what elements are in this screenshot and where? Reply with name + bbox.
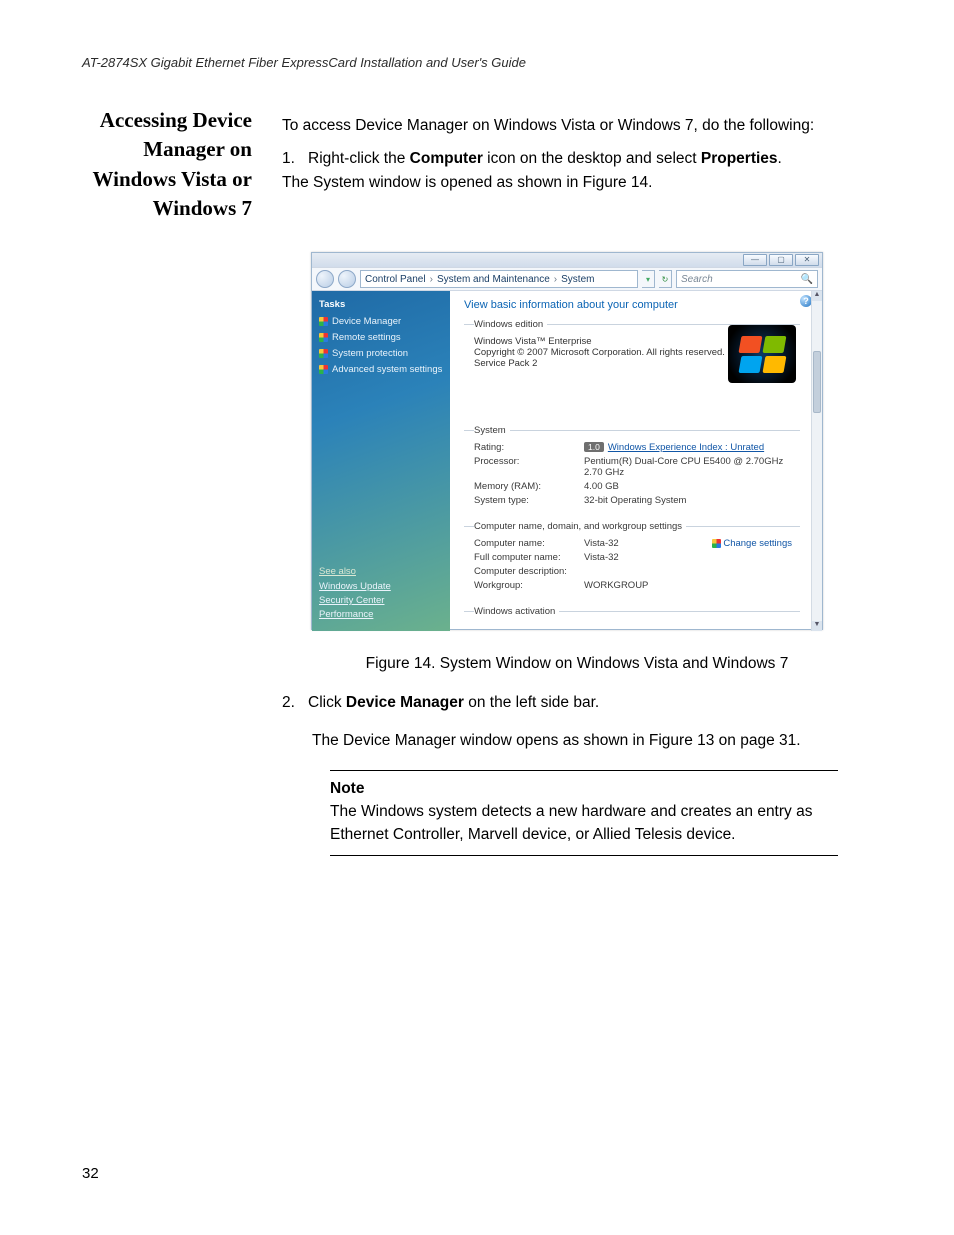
search-placeholder: Search [681,274,713,285]
wei-link[interactable]: Windows Experience Index : Unrated [608,442,764,453]
note-body: The Windows system detects a new hardwar… [330,800,838,847]
group-legend: Computer name, domain, and workgroup set… [474,521,686,532]
value-memory: 4.00 GB [584,481,800,492]
page-number: 32 [82,1165,99,1182]
shield-icon [319,317,328,326]
maximize-button[interactable]: ▢ [769,254,793,266]
scroll-thumb[interactable] [813,351,821,413]
value-computer-name: Vista-32 [584,538,712,549]
value-computer-description [584,566,800,577]
step-text: Right-click the Computer icon on the des… [308,150,782,167]
tasks-heading: Tasks [319,299,443,310]
see-also-security-center[interactable]: Security Center [319,595,391,606]
label-full-computer-name: Full computer name: [474,552,584,563]
below-figure: Figure 14. System Window on Windows Vist… [282,640,842,856]
see-also-performance[interactable]: Performance [319,609,391,620]
windows-edition-group: Windows edition Windows Vista™ Enterpris… [464,319,800,417]
search-input[interactable]: Search 🔍 [676,270,818,288]
step-2: 2.Click Device Manager on the left side … [282,691,842,752]
windows-activation-group: Windows activation [464,606,800,627]
breadcrumb-item[interactable]: System [561,274,594,285]
breadcrumb-item[interactable]: Control Panel [365,274,426,285]
note-label: Note [330,777,838,800]
forward-button[interactable] [338,270,356,288]
label-memory: Memory (RAM): [474,481,584,492]
label-computer-name: Computer name: [474,538,584,549]
step-text: Click Device Manager on the left side ba… [308,694,599,711]
step-result: The System window is opened as shown in … [282,171,842,194]
label-computer-description: Computer description: [474,566,584,577]
note-box: Note The Windows system detects a new ha… [330,770,838,856]
see-also-windows-update[interactable]: Windows Update [319,581,391,592]
step-result: The Device Manager window opens as shown… [312,729,842,752]
content-panel: ? ▲ ▼ View basic information about your … [450,291,822,631]
step-1: 1.Right-click the Computer icon on the d… [282,147,842,194]
vertical-scrollbar[interactable]: ▲ ▼ [811,291,822,631]
breadcrumb-separator-icon: › [430,274,433,285]
step-number: 2. [282,691,308,714]
value-processor: Pentium(R) Dual-Core CPU E5400 @ 2.70GHz… [584,456,800,478]
group-legend: Windows activation [474,606,559,617]
shield-icon [319,349,328,358]
close-button[interactable]: ✕ [795,254,819,266]
task-remote-settings[interactable]: Remote settings [319,332,443,343]
system-group: System Rating:1.0 Windows Experience Inde… [464,425,800,513]
figure-caption: Figure 14. System Window on Windows Vist… [312,652,842,675]
shield-icon [319,365,328,374]
label-workgroup: Workgroup: [474,580,584,591]
breadcrumb-dropdown[interactable]: ▾ [642,270,655,288]
page: AT-2874SX Gigabit Ethernet Fiber Express… [0,0,954,1235]
running-header: AT-2874SX Gigabit Ethernet Fiber Express… [82,55,526,70]
group-legend: Windows edition [474,319,547,330]
value-full-computer-name: Vista-32 [584,552,800,563]
refresh-button[interactable]: ↻ [659,270,672,288]
task-system-protection[interactable]: System protection [319,348,443,359]
windows-logo-icon [728,325,796,383]
breadcrumb-item[interactable]: System and Maintenance [437,274,550,285]
breadcrumb-separator-icon: › [554,274,557,285]
content-heading: View basic information about your comput… [464,299,812,311]
back-button[interactable] [316,270,334,288]
system-window: — ▢ ✕ Control Panel › System and Mainten… [311,252,823,630]
tasks-panel: Tasks Device Manager Remote settings Sys… [312,291,450,631]
window-titlebar: — ▢ ✕ [312,253,822,267]
minimize-button[interactable]: — [743,254,767,266]
breadcrumb[interactable]: Control Panel › System and Maintenance ›… [360,270,638,288]
main-content: To access Device Manager on Windows Vist… [282,114,842,204]
step-number: 1. [282,147,308,170]
value-workgroup: WORKGROUP [584,580,800,591]
value-system-type: 32-bit Operating System [584,495,800,506]
group-legend: System [474,425,510,436]
computer-name-group: Computer name, domain, and workgroup set… [464,521,800,598]
search-icon: 🔍 [801,274,813,285]
shield-icon [319,333,328,342]
label-processor: Processor: [474,456,584,478]
intro-paragraph: To access Device Manager on Windows Vist… [282,114,842,137]
label-system-type: System type: [474,495,584,506]
shield-icon [712,539,721,548]
scroll-up-icon[interactable]: ▲ [812,291,822,301]
wei-badge: 1.0 [584,442,604,452]
see-also-heading: See also [319,566,391,577]
scroll-down-icon[interactable]: ▼ [812,621,822,631]
address-bar: Control Panel › System and Maintenance ›… [312,267,822,291]
section-title: Accessing Device Manager on Windows Vist… [82,106,252,224]
see-also: See also Windows Update Security Center … [319,566,391,623]
change-settings-link[interactable]: Change settings [712,538,792,549]
label-rating: Rating: [474,442,584,453]
task-advanced-settings[interactable]: Advanced system settings [319,364,443,375]
task-device-manager[interactable]: Device Manager [319,316,443,327]
